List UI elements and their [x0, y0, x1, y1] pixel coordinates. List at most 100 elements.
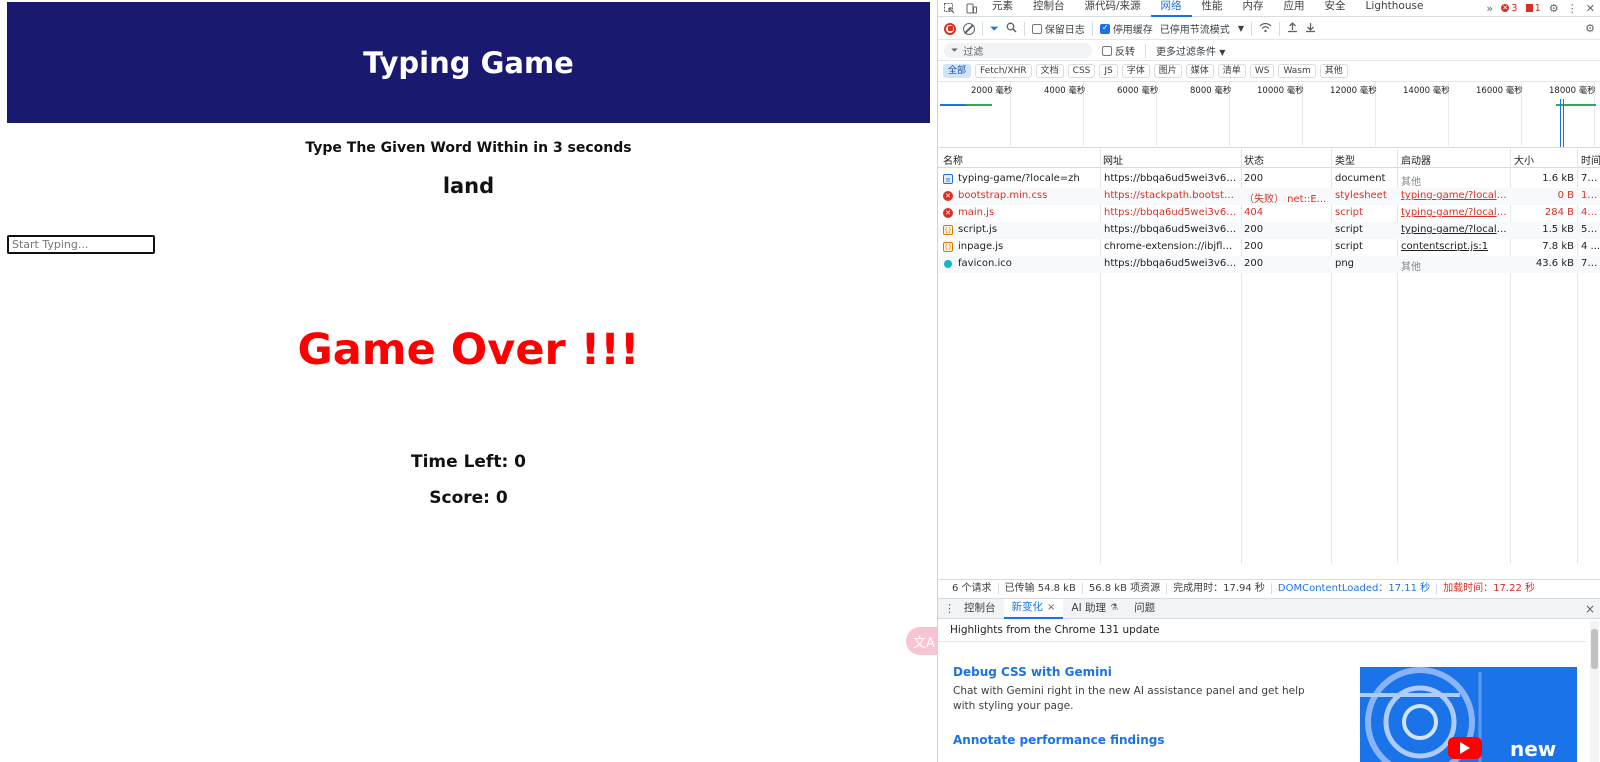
type-filter-img[interactable]: 图片: [1153, 64, 1182, 78]
tab-application[interactable]: 应用: [1274, 0, 1315, 17]
column-url[interactable]: 网址: [1103, 152, 1123, 167]
drawer-tab-console[interactable]: 控制台: [956, 599, 1004, 619]
error-count-badge[interactable]: ✕ 3: [1501, 3, 1518, 14]
type-filter-fetch-xhr[interactable]: Fetch/XHR: [975, 64, 1032, 78]
tab-elements[interactable]: 元素: [982, 0, 1023, 17]
overview-tick-label: 2000 毫秒: [971, 86, 1013, 96]
checkbox-box-checked[interactable]: [1099, 23, 1110, 34]
preserve-log-checkbox[interactable]: 保留日志: [1031, 21, 1085, 36]
summary-finish: 完成用时：17.94 秒: [1167, 583, 1272, 594]
tab-security[interactable]: 安全: [1315, 0, 1356, 17]
score: Score: 0: [429, 488, 508, 508]
throttling-select[interactable]: 已停用节流模式 ▼: [1160, 21, 1244, 36]
request-row[interactable]: favicon.ico https://bbqa6ud5wei3v6c... 2…: [938, 256, 1600, 273]
tab-sources[interactable]: 源代码/来源: [1075, 0, 1151, 17]
close-icon: ×: [1584, 601, 1595, 616]
more-tabs-button[interactable]: »: [1486, 2, 1493, 15]
drawer-tab-ai-assistance[interactable]: AI 助理 ⚗: [1063, 599, 1126, 619]
request-row[interactable]: ✕ main.js https://bbqa6ud5wei3v6c... 404…: [938, 205, 1600, 222]
overview-tick-label: 18000 毫秒: [1549, 86, 1596, 96]
instruction-text: Type The Given Word Within in 3 seconds: [305, 140, 632, 156]
column-time[interactable]: 时间: [1581, 152, 1600, 167]
settings-button[interactable]: ⚙: [1549, 2, 1559, 15]
close-tab-icon[interactable]: ×: [1047, 598, 1055, 617]
clear-icon[interactable]: [963, 22, 975, 35]
request-row[interactable]: {} script.js https://bbqa6ud5wei3v6c... …: [938, 222, 1600, 239]
type-filter-all[interactable]: 全部: [943, 64, 972, 78]
export-har-icon[interactable]: [1305, 22, 1316, 36]
whats-new-item-title[interactable]: Debug CSS with Gemini: [953, 665, 1112, 679]
search-icon[interactable]: [1006, 22, 1017, 36]
type-filter-ws[interactable]: WS: [1249, 64, 1275, 78]
request-url: https://bbqa6ud5wei3v6c...: [1104, 173, 1238, 184]
type-filter-font[interactable]: 字体: [1121, 64, 1150, 78]
issue-count-badge[interactable]: 1: [1525, 3, 1541, 14]
request-initiator-link[interactable]: typing-game/?locale=: [1401, 224, 1507, 235]
drawer-tab-whats-new[interactable]: 新变化 ×: [1003, 598, 1064, 619]
whats-new-item-title[interactable]: Annotate performance findings: [953, 733, 1165, 747]
request-row[interactable]: ✕ bootstrap.min.css https://stackpath.bo…: [938, 188, 1600, 205]
type-filter-other[interactable]: 其他: [1319, 64, 1348, 78]
tab-memory[interactable]: 内存: [1233, 0, 1274, 17]
request-row[interactable]: {} inpage.js chrome-extension://ibjflp..…: [938, 239, 1600, 256]
error-icon: ✕: [943, 208, 953, 218]
tab-console[interactable]: 控制台: [1023, 0, 1075, 17]
play-button[interactable]: [1448, 737, 1482, 759]
toolbar-divider: [1250, 21, 1252, 36]
flag-icon: [1525, 4, 1533, 12]
column-name[interactable]: 名称: [943, 152, 963, 167]
network-overview[interactable]: 2000 毫秒 4000 毫秒 6000 毫秒 8000 毫秒 10000 毫秒…: [938, 81, 1600, 148]
tab-performance[interactable]: 性能: [1192, 0, 1233, 17]
drawer-tab-issues[interactable]: 问题: [1126, 599, 1163, 619]
request-initiator-link[interactable]: contentscript.js:1: [1401, 241, 1507, 252]
script-icon: {}: [943, 225, 953, 235]
request-size: 0 B: [1557, 190, 1574, 201]
more-options-button[interactable]: ⋮: [1567, 2, 1578, 15]
type-filter-media[interactable]: 媒体: [1185, 64, 1214, 78]
more-filters-dropdown[interactable]: 更多过滤条件 ▼: [1156, 43, 1225, 58]
whats-new-scrollbar[interactable]: [1590, 621, 1599, 762]
request-type: png: [1335, 258, 1355, 269]
type-filter-doc[interactable]: 文档: [1035, 64, 1064, 78]
invert-checkbox[interactable]: 反转: [1102, 43, 1135, 58]
type-filter-manifest[interactable]: 清单: [1217, 64, 1246, 78]
load-marker: [1563, 99, 1564, 147]
play-icon: [1460, 742, 1470, 754]
checkbox-box[interactable]: [1102, 45, 1112, 56]
column-initiator[interactable]: 启动器: [1401, 152, 1431, 167]
typing-input[interactable]: [7, 235, 155, 254]
type-filter-js[interactable]: JS: [1099, 64, 1118, 78]
request-initiator-link[interactable]: typing-game/?locale=: [1401, 190, 1507, 201]
import-har-icon[interactable]: [1287, 21, 1298, 36]
whats-new-video-thumbnail[interactable]: new: [1360, 667, 1577, 762]
requests-table-header: 名称 网址 状态 类型 启动器 大小 时间: [938, 149, 1600, 168]
disable-cache-checkbox[interactable]: 停用缓存: [1099, 21, 1153, 36]
request-size: 284 B: [1544, 207, 1574, 218]
checkbox-box[interactable]: [1031, 23, 1042, 34]
request-initiator-link[interactable]: typing-game/?locale=: [1401, 207, 1507, 218]
close-devtools-button[interactable]: ✕: [1586, 2, 1595, 15]
time-left: Time Left: 0: [410, 452, 526, 472]
close-drawer-button[interactable]: ×: [1585, 602, 1595, 616]
type-filter-wasm[interactable]: Wasm: [1278, 64, 1316, 78]
network-conditions-icon[interactable]: [1259, 22, 1272, 36]
drawer-menu-button[interactable]: ⋮: [944, 602, 956, 615]
inspect-element-button[interactable]: [938, 0, 960, 17]
tab-lighthouse[interactable]: Lighthouse: [1356, 0, 1434, 17]
whats-new-panel: Highlights from the Chrome 131 update De…: [938, 620, 1600, 762]
type-filter-css[interactable]: CSS: [1067, 64, 1096, 78]
filter-input[interactable]: ⏷ 过滤: [944, 43, 1092, 58]
device-toolbar-button[interactable]: [960, 0, 982, 17]
request-name: bootstrap.min.css: [958, 190, 1048, 201]
filter-icon[interactable]: ⏷: [990, 22, 999, 36]
column-status[interactable]: 状态: [1244, 152, 1264, 167]
scrollbar-thumb[interactable]: [1591, 629, 1598, 669]
record-stop-icon[interactable]: [944, 22, 956, 35]
request-name: typing-game/?locale=zh: [958, 173, 1080, 184]
request-row[interactable]: ≡ typing-game/?locale=zh https://bbqa6ud…: [938, 171, 1600, 188]
request-status: 200: [1244, 224, 1264, 235]
column-size[interactable]: 大小: [1514, 152, 1534, 167]
network-settings-button[interactable]: ⚙: [1585, 22, 1595, 35]
tab-network[interactable]: 网络: [1150, 0, 1192, 17]
column-type[interactable]: 类型: [1335, 152, 1355, 167]
